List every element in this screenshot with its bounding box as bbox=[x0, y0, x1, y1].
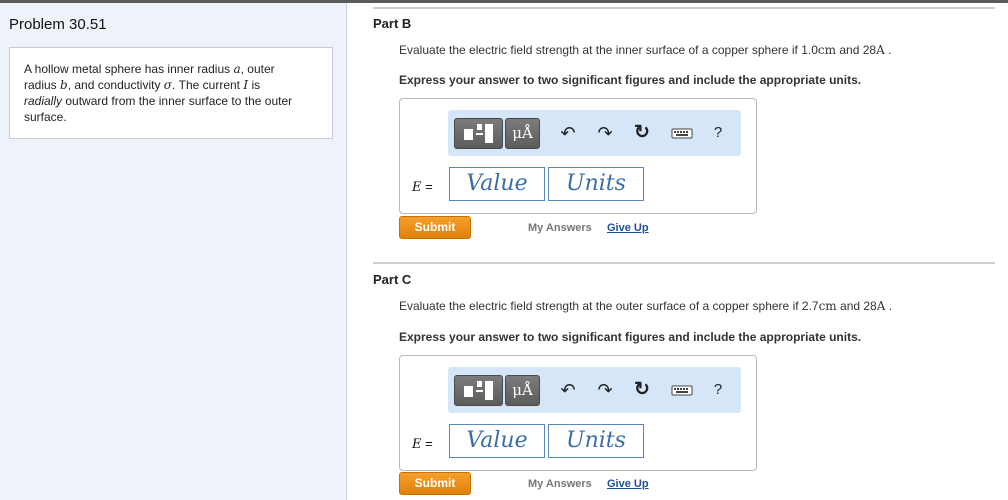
unit-cm: cm bbox=[817, 43, 837, 57]
reset-icon[interactable]: ↻ bbox=[630, 120, 654, 146]
value-input[interactable]: Value bbox=[449, 424, 545, 458]
undo-icon[interactable]: ↶ bbox=[556, 120, 580, 146]
keyboard-icon[interactable] bbox=[670, 377, 694, 403]
templates-button[interactable] bbox=[454, 118, 503, 149]
part-b-divider bbox=[373, 7, 995, 9]
statement-text: surface. bbox=[24, 110, 67, 124]
variable-b: b bbox=[60, 78, 68, 92]
redo-icon[interactable]: ↷ bbox=[593, 120, 617, 146]
part-c-instruction: Express your answer to two significant f… bbox=[399, 330, 862, 344]
undo-icon[interactable]: ↶ bbox=[556, 377, 580, 403]
equation-label: E = bbox=[412, 436, 433, 452]
part-c-divider bbox=[373, 262, 995, 264]
part-b-submit-button[interactable]: Submit bbox=[399, 216, 471, 239]
statement-text: radius bbox=[24, 78, 61, 92]
part-c-title: Part C bbox=[373, 272, 412, 287]
part-b-instruction: Express your answer to two significant f… bbox=[399, 73, 862, 87]
part-b-answer-panel: μÅ ↶ ↷ ↻ ? E = Value Units bbox=[399, 98, 757, 214]
variable-a: a bbox=[233, 62, 241, 76]
statement-emphasis: radially bbox=[24, 94, 63, 108]
help-icon[interactable]: ? bbox=[706, 120, 730, 146]
statement-text: A hollow metal sphere has inner radius bbox=[24, 62, 234, 76]
problem-title: Problem 30.51 bbox=[9, 16, 107, 33]
question-text: and 28 bbox=[836, 299, 877, 313]
templates-icon bbox=[464, 381, 493, 400]
units-button[interactable]: μÅ bbox=[505, 118, 540, 149]
question-text: and 28 bbox=[836, 43, 877, 57]
part-b-question: Evaluate the electric field strength at … bbox=[399, 43, 891, 57]
statement-text: is bbox=[248, 78, 261, 92]
equals-sign: = bbox=[421, 179, 433, 194]
part-b-my-answers-link[interactable]: My Answers bbox=[528, 222, 592, 234]
question-text: . bbox=[884, 43, 892, 57]
unit-a: A bbox=[876, 43, 885, 57]
variable-e: E bbox=[412, 180, 422, 195]
reset-icon[interactable]: ↻ bbox=[630, 377, 654, 403]
templates-button[interactable] bbox=[454, 375, 503, 406]
math-toolbar: μÅ ↶ ↷ ↻ ? bbox=[448, 367, 741, 413]
equation-label: E = bbox=[412, 179, 433, 195]
part-b-give-up-link[interactable]: Give Up bbox=[607, 222, 649, 234]
part-c-give-up-link[interactable]: Give Up bbox=[607, 478, 649, 490]
question-text: . bbox=[885, 299, 893, 313]
equals-sign: = bbox=[421, 436, 433, 451]
units-button[interactable]: μÅ bbox=[505, 375, 540, 406]
part-c-answer-panel: μÅ ↶ ↷ ↻ ? E = Value Units bbox=[399, 355, 757, 471]
math-toolbar: μÅ ↶ ↷ ↻ ? bbox=[448, 110, 741, 156]
question-text: Evaluate the electric field strength at … bbox=[399, 299, 819, 313]
variable-e: E bbox=[412, 437, 422, 452]
part-c-submit-button[interactable]: Submit bbox=[399, 472, 471, 495]
unit-cm: cm bbox=[818, 299, 837, 313]
part-c-my-answers-link[interactable]: My Answers bbox=[528, 478, 592, 490]
problem-statement: A hollow metal sphere has inner radius a… bbox=[9, 47, 333, 139]
templates-icon bbox=[464, 124, 493, 143]
help-icon[interactable]: ? bbox=[706, 377, 730, 403]
part-c-question: Evaluate the electric field strength at … bbox=[399, 299, 892, 313]
variable-sigma: σ bbox=[163, 78, 172, 92]
question-text: Evaluate the electric field strength at … bbox=[399, 43, 818, 57]
keyboard-icon[interactable] bbox=[670, 120, 694, 146]
redo-icon[interactable]: ↷ bbox=[593, 377, 617, 403]
value-input[interactable]: Value bbox=[449, 167, 545, 201]
units-input[interactable]: Units bbox=[548, 424, 644, 458]
statement-text: outward from the inner surface to the ou… bbox=[62, 94, 293, 108]
statement-text: , and conductivity bbox=[67, 78, 164, 92]
statement-text: , outer bbox=[240, 62, 275, 76]
statement-text: . The current bbox=[171, 78, 244, 92]
problem-panel: Problem 30.51 A hollow metal sphere has … bbox=[0, 3, 347, 500]
units-input[interactable]: Units bbox=[548, 167, 644, 201]
part-b-title: Part B bbox=[373, 16, 412, 31]
